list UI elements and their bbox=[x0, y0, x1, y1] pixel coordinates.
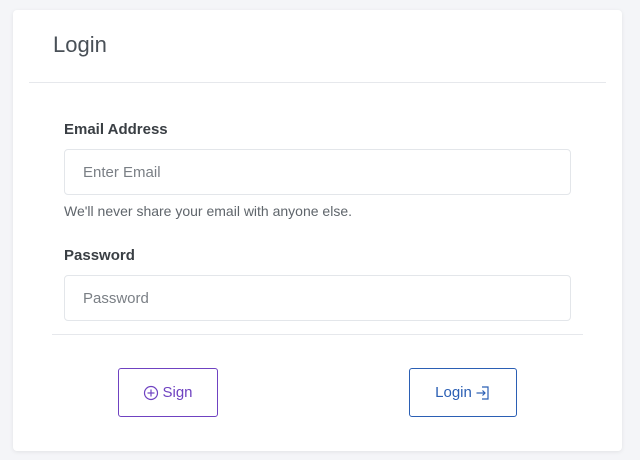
login-button[interactable]: Login bbox=[409, 368, 517, 417]
email-help-text: We'll never share your email with anyone… bbox=[64, 203, 352, 219]
plus-circle-icon bbox=[143, 385, 159, 401]
email-field[interactable] bbox=[64, 149, 571, 195]
sign-button[interactable]: Sign bbox=[118, 368, 218, 417]
login-button-label: Login bbox=[435, 384, 472, 401]
footer-divider bbox=[52, 334, 583, 335]
card-title: Login bbox=[53, 32, 107, 57]
login-enter-icon bbox=[475, 385, 491, 401]
login-card: Login Email Address We'll never share yo… bbox=[13, 10, 622, 451]
password-label: Password bbox=[64, 247, 135, 264]
email-label: Email Address bbox=[64, 121, 168, 138]
sign-button-label: Sign bbox=[162, 384, 193, 401]
password-field[interactable] bbox=[64, 275, 571, 321]
card-header: Login bbox=[29, 10, 606, 83]
